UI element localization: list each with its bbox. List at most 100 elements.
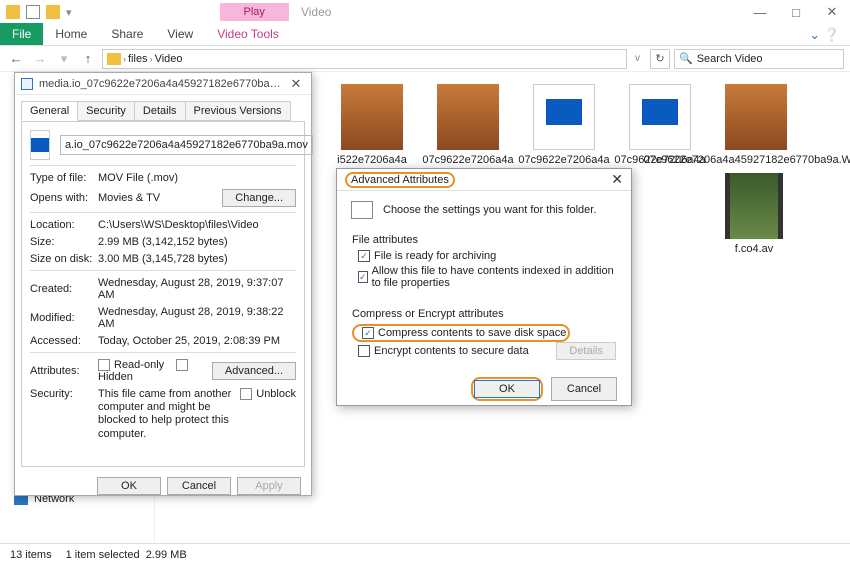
chevron-right-icon[interactable]: › [123, 54, 126, 64]
thumbnail [725, 173, 783, 239]
adv-ok-button[interactable]: OK [474, 380, 540, 398]
value-size-on-disk: 3.00 MB (3,145,728 bytes) [98, 253, 296, 265]
security-text: This file came from another computer and… [98, 388, 240, 441]
breadcrumb[interactable]: › files › Video [102, 49, 627, 69]
back-button[interactable]: ← [6, 49, 26, 69]
label-attributes: Attributes: [30, 365, 98, 377]
recent-dropdown[interactable]: ▾ [54, 49, 74, 69]
search-placeholder: Search Video [697, 53, 763, 65]
adv-cancel-button[interactable]: Cancel [551, 377, 617, 401]
thumbnail [437, 84, 499, 150]
value-accessed: Today, October 25, 2019, 2:08:39 PM [98, 335, 296, 347]
index-checkbox[interactable]: ✓Allow this file to have contents indexe… [352, 265, 616, 289]
label-type: Type of file: [30, 172, 98, 184]
file-item[interactable]: 07c9622e7206a4a [523, 84, 605, 167]
minimize-button[interactable]: — [742, 2, 778, 22]
filetype-icon [30, 130, 50, 160]
file-item[interactable]: i522e7206a4a [331, 84, 413, 167]
forward-button[interactable]: → [30, 49, 50, 69]
chevron-right-icon[interactable]: › [150, 54, 153, 64]
value-opens: Movies & TV [98, 192, 222, 204]
label-opens: Opens with: [30, 192, 98, 204]
qat-dropdown-icon[interactable]: ▾ [66, 6, 72, 19]
label-security: Security: [30, 388, 98, 400]
advanced-button[interactable]: Advanced... [212, 362, 296, 380]
folder-icon [107, 53, 121, 65]
label-accessed: Accessed: [30, 335, 98, 347]
window-titlebar: ▾ Play Video — □ ✕ [0, 0, 850, 24]
change-button[interactable]: Change... [222, 189, 296, 207]
file-attributes-label: File attributes [352, 234, 616, 246]
readonly-checkbox[interactable] [98, 359, 110, 371]
apply-button[interactable]: Apply [237, 477, 301, 495]
status-bar: 13 items 1 item selected 2.99 MB [0, 543, 850, 565]
archive-checkbox[interactable]: ✓File is ready for archiving [352, 250, 616, 262]
tab-view[interactable]: View [155, 23, 205, 45]
value-location: C:\Users\WS\Desktop\files\Video [98, 219, 296, 231]
file-name: i522e7206a4a [337, 154, 407, 167]
tab-home[interactable]: Home [43, 23, 99, 45]
thumbnail [725, 84, 787, 150]
breadcrumb-seg[interactable]: Video [155, 53, 183, 65]
explorer-icon [6, 5, 20, 19]
status-count: 13 items [10, 549, 52, 561]
file-name: 07c9622e7206a4a [518, 154, 609, 167]
file-item[interactable]: f.co4.av [713, 173, 795, 263]
file-name: f.co4.av [735, 243, 774, 256]
tab-general[interactable]: General [21, 101, 78, 121]
value-size: 2.99 MB (3,142,152 bytes) [98, 236, 296, 248]
file-name: 07c9622e7206a4a45927182e6770ba9a.WMV [643, 154, 850, 167]
ribbon: File Home Share View Video Tools ⌄ ❔ [0, 24, 850, 46]
encrypt-checkbox[interactable]: Encrypt contents to secure data [352, 345, 548, 357]
label-modified: Modified: [30, 312, 98, 324]
qat-properties-icon[interactable] [26, 5, 40, 19]
file-item[interactable]: 07c9622e7206a4a45927182e6770ba9a.WMV [715, 84, 797, 167]
dialog-title: media.io_07c9622e7206a4a45927182e6770ba9… [39, 78, 281, 90]
compress-checkbox[interactable]: ✓Compress contents to save disk space [356, 327, 566, 339]
search-icon: 🔍 [679, 52, 693, 65]
properties-dialog: media.io_07c9622e7206a4a45927182e6770ba9… [14, 72, 312, 496]
value-created: Wednesday, August 28, 2019, 9:37:07 AM [98, 277, 296, 301]
advanced-attributes-dialog: Advanced Attributes ✕ Choose the setting… [336, 168, 632, 406]
label-created: Created: [30, 283, 98, 295]
adv-title: Advanced Attributes [351, 174, 449, 186]
tab-details[interactable]: Details [134, 101, 186, 121]
contextual-tab-label: Play [220, 3, 289, 21]
tab-file[interactable]: File [0, 23, 43, 45]
folder-settings-icon [351, 201, 373, 219]
tab-security[interactable]: Security [77, 101, 135, 121]
dialog-close-button[interactable]: ✕ [287, 76, 305, 92]
cancel-button[interactable]: Cancel [167, 477, 231, 495]
qat-newfolder-icon[interactable] [46, 5, 60, 19]
up-button[interactable]: ↑ [78, 49, 98, 69]
hidden-checkbox[interactable] [176, 359, 188, 371]
status-selection: 1 item selected 2.99 MB [66, 549, 187, 561]
file-item[interactable]: 07c9622e7206a4a [427, 84, 509, 167]
value-modified: Wednesday, August 28, 2019, 9:38:22 AM [98, 306, 296, 330]
address-dropdown-icon[interactable]: v [631, 53, 644, 64]
label-size-on-disk: Size on disk: [30, 253, 98, 265]
unblock-checkbox[interactable] [240, 388, 252, 400]
ribbon-expand-icon[interactable]: ⌄ ❔ [799, 25, 850, 45]
compress-highlight: ✓Compress contents to save disk space [352, 324, 570, 342]
refresh-button[interactable]: ↻ [650, 49, 670, 69]
thumbnail [629, 84, 691, 150]
dialog-icon [21, 78, 33, 90]
maximize-button[interactable]: □ [778, 2, 814, 22]
breadcrumb-seg[interactable]: files [128, 53, 148, 65]
ok-highlight: OK [471, 377, 543, 401]
tab-share[interactable]: Share [99, 23, 155, 45]
address-bar: ← → ▾ ↑ › files › Video v ↻ 🔍 Search Vid… [0, 46, 850, 72]
details-button[interactable]: Details [556, 342, 616, 360]
search-input[interactable]: 🔍 Search Video [674, 49, 844, 69]
adv-description: Choose the settings you want for this fo… [383, 204, 596, 216]
value-type: MOV File (.mov) [98, 172, 296, 184]
label-location: Location: [30, 219, 98, 231]
ok-button[interactable]: OK [97, 477, 161, 495]
filename-input[interactable]: a.io_07c9622e7206a4a45927182e6770ba9a.mo… [60, 135, 313, 155]
close-button[interactable]: ✕ [814, 2, 850, 22]
tab-video-tools[interactable]: Video Tools [205, 23, 291, 45]
tab-previous-versions[interactable]: Previous Versions [185, 101, 291, 121]
window-title: Video [301, 5, 331, 19]
adv-close-button[interactable]: ✕ [611, 171, 623, 188]
